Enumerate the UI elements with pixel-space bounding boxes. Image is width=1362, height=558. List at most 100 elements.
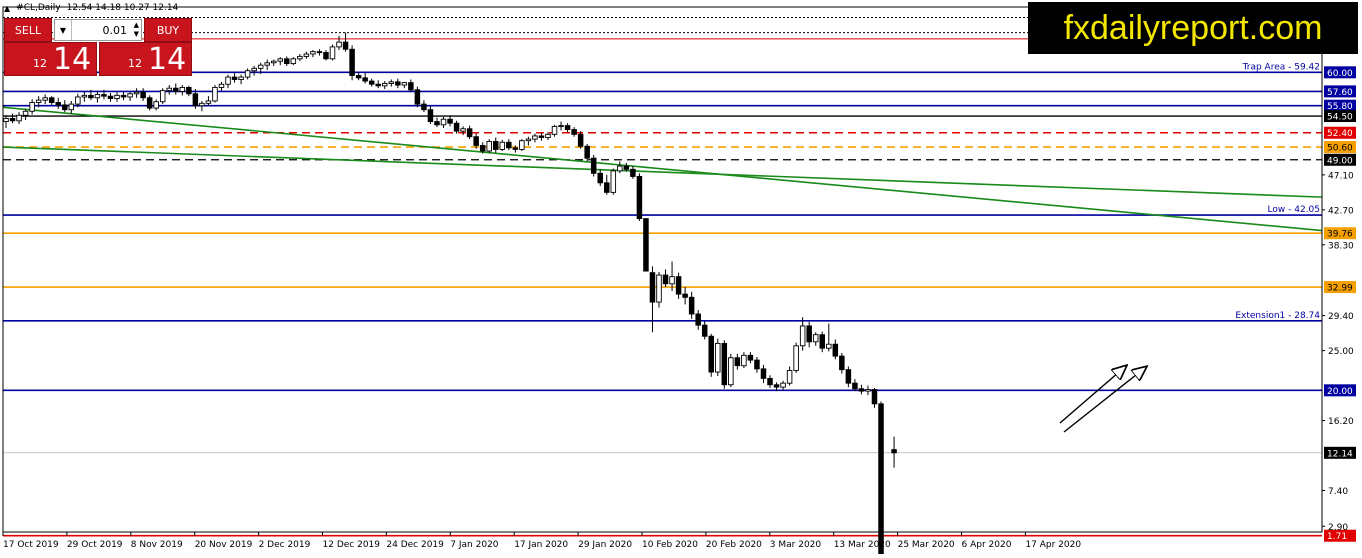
candle-body — [362, 77, 368, 82]
x-tick-label: 29 Oct 2019 — [67, 540, 123, 550]
candle-body — [649, 272, 656, 303]
candle-body — [3, 117, 9, 123]
collapse-triangle-icon[interactable]: ▲ — [4, 4, 10, 13]
candle-body — [133, 91, 140, 95]
candle-body — [114, 94, 120, 100]
candle-body — [577, 133, 584, 147]
candle-body — [682, 293, 688, 298]
level-note: Extension1 - 28.74 — [1235, 311, 1320, 321]
candle-body — [551, 125, 558, 135]
candle-body — [715, 342, 721, 373]
candle-body — [839, 355, 845, 371]
candle-body — [238, 76, 244, 80]
lot-size-value[interactable]: 0.01 — [72, 24, 141, 37]
candle-body — [48, 97, 55, 103]
bid-small-digits: 12 — [33, 57, 47, 70]
candle-body — [127, 93, 133, 98]
bid-quote[interactable]: 12 14 — [4, 42, 97, 77]
ask-quote[interactable]: 12 14 — [99, 42, 192, 77]
bid-big-digits: 14 — [53, 42, 92, 77]
candle-body — [388, 81, 395, 84]
candle-body — [9, 117, 16, 122]
increment-icon[interactable]: ▲ — [134, 21, 139, 30]
level-note: Low - 42.05 — [1268, 205, 1320, 215]
sell-button[interactable]: SELL — [4, 18, 52, 42]
candle-body — [55, 102, 61, 106]
candle-body — [466, 128, 473, 138]
candle-body — [310, 51, 316, 55]
candle-body — [166, 87, 172, 92]
candle-body — [525, 138, 532, 142]
candle-body — [826, 343, 832, 349]
candle-body — [767, 377, 773, 386]
level-price-label: 49.00 — [1327, 156, 1353, 166]
candle-body — [349, 48, 355, 76]
trendline — [2, 106, 1323, 232]
x-tick-label: 2 Dec 2019 — [259, 540, 311, 550]
trendline — [2, 146, 1323, 198]
candle-body — [780, 382, 786, 388]
candle-body — [225, 76, 231, 85]
x-tick-label: 6 Apr 2020 — [962, 540, 1012, 550]
level-note: Trap Area - 59.42 — [1242, 62, 1320, 72]
candle-body — [231, 76, 238, 80]
candle-body — [695, 313, 701, 326]
candle-body — [42, 97, 48, 101]
candle-body — [427, 109, 434, 123]
candle-body — [812, 334, 819, 343]
candle-body — [368, 80, 375, 85]
ohlc-label: 12.54 14.18 10.27 12.14 — [66, 3, 179, 13]
candle-body — [68, 103, 75, 111]
candle-body — [401, 82, 408, 86]
y-tick-label: 7.40 — [1328, 487, 1348, 497]
candle-body — [159, 90, 166, 103]
chevron-down-icon[interactable]: ▼ — [55, 20, 72, 40]
level-price-label: 52.40 — [1327, 129, 1353, 139]
candle-body — [865, 389, 871, 392]
candle-body — [414, 89, 421, 105]
y-tick-label: 38.30 — [1328, 241, 1354, 251]
candle-body — [218, 83, 225, 88]
candle-body — [832, 343, 839, 357]
candle-body — [251, 67, 257, 72]
candle-body — [342, 41, 349, 50]
candle-body — [186, 86, 192, 95]
candle-body — [440, 118, 447, 126]
candle-body — [799, 325, 806, 347]
level-price-label: 32.99 — [1327, 284, 1353, 294]
x-tick-label: 8 Nov 2019 — [131, 540, 183, 550]
candle-body — [538, 135, 545, 138]
buy-button[interactable]: BUY — [144, 18, 192, 42]
candle-body — [747, 354, 754, 361]
candle-body — [669, 276, 675, 285]
candle-body — [773, 384, 780, 388]
candle-body — [643, 218, 649, 272]
ask-small-digits: 12 — [128, 57, 142, 70]
candle-body — [395, 81, 401, 86]
candle-body — [532, 135, 538, 140]
candle-body — [81, 94, 88, 98]
candle-body — [486, 141, 492, 152]
decrement-icon[interactable]: ▼ — [134, 30, 139, 39]
candle-body — [329, 46, 336, 60]
candle-body — [212, 86, 218, 102]
y-tick-label: 29.40 — [1328, 312, 1354, 322]
candle-body — [375, 83, 381, 87]
candle-body — [75, 96, 81, 105]
candle-body — [22, 110, 29, 116]
candle-body — [786, 369, 793, 384]
chart-frame — [2, 6, 1323, 533]
x-tick-label: 29 Jan 2020 — [578, 540, 632, 550]
candle-body — [571, 129, 577, 135]
level-price-label: 54.50 — [1327, 113, 1353, 123]
candle-body — [806, 325, 812, 343]
x-tick-label: 13 Mar 2020 — [834, 540, 891, 550]
level-price-label: 12.14 — [1327, 449, 1353, 459]
lot-size-field[interactable]: ▼ 0.01 ▲ ▼ — [54, 19, 142, 41]
x-tick-label: 20 Feb 2020 — [706, 540, 762, 550]
candle-body — [447, 118, 453, 124]
x-tick-label: 12 Dec 2019 — [323, 540, 381, 550]
symbol-label: #CL,Daily — [16, 3, 61, 13]
candle-body — [408, 82, 414, 91]
candle-body — [146, 97, 153, 109]
